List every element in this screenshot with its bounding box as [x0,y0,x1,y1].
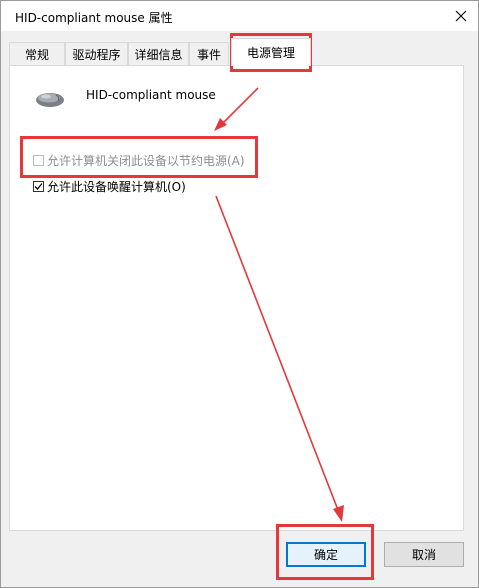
window-title: HID-compliant mouse 属性 [15,11,173,25]
allow-wake-option[interactable]: 允许此设备唤醒计算机(O) [33,178,186,195]
ok-button[interactable]: 确定 [286,542,366,567]
allow-turn-off-option[interactable]: 允许计算机关闭此设备以节约电源(A) [33,152,245,169]
tab-details[interactable]: 详细信息 [128,42,189,65]
title-bar[interactable]: HID-compliant mouse 属性 [1,1,478,31]
allow-turn-off-checkbox[interactable] [33,155,44,166]
checkmark-icon [34,183,43,190]
tab-power-management[interactable]: 电源管理 [231,38,311,66]
tab-strip: 常规 驱动程序 详细信息 事件 电源管理 [9,38,465,66]
allow-wake-label: 允许此设备唤醒计算机(O) [47,180,186,194]
mouse-icon [36,93,64,107]
close-button[interactable] [450,5,472,27]
power-management-panel: HID-compliant mouse 允许计算机关闭此设备以节约电源(A) 允… [9,65,464,531]
tab-driver[interactable]: 驱动程序 [65,42,128,65]
device-name: HID-compliant mouse [86,88,216,102]
close-icon [455,10,467,22]
cancel-button[interactable]: 取消 [384,542,464,567]
tab-general[interactable]: 常规 [9,42,65,65]
tab-events[interactable]: 事件 [189,42,229,65]
properties-dialog: HID-compliant mouse 属性 常规 驱动程序 详细信息 事件 电… [0,0,479,588]
allow-wake-checkbox[interactable] [33,181,44,192]
allow-turn-off-label: 允许计算机关闭此设备以节约电源(A) [47,154,245,168]
